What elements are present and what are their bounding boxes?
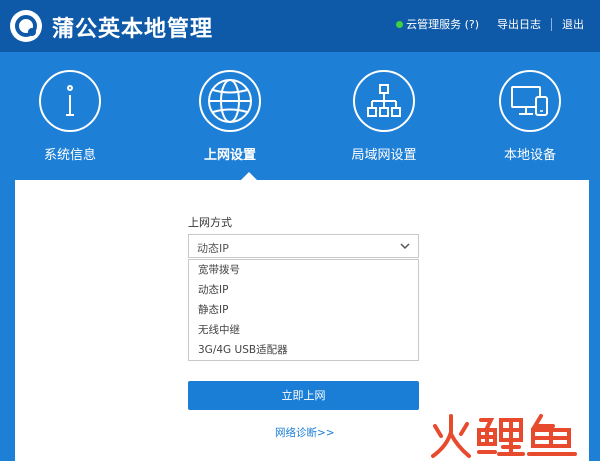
connect-now-button[interactable]: 立即上网 xyxy=(188,381,419,410)
dropdown-option-dhcp[interactable]: 动态IP xyxy=(189,280,418,300)
dropdown-option-wireless-relay[interactable]: 无线中继 xyxy=(189,320,418,340)
divider xyxy=(551,17,552,31)
selected-value: 动态IP xyxy=(197,242,229,255)
dropdown-option-pppoe[interactable]: 宽带拨号 xyxy=(189,260,418,280)
nav-label: 上网设置 xyxy=(203,148,256,163)
chevron-down-icon xyxy=(400,243,410,250)
network-icon xyxy=(353,70,415,132)
nav-label: 系统信息 xyxy=(43,148,96,163)
info-icon xyxy=(39,70,101,132)
nav-item-internet-settings[interactable]: 上网设置 xyxy=(160,70,300,163)
header-actions: 云管理服务 (?) 导出日志 退出 xyxy=(396,16,584,32)
network-diagnose-link[interactable]: 网络诊断>> xyxy=(275,425,335,440)
nav-item-system-info[interactable]: 系统信息 xyxy=(0,70,140,163)
app-title: 蒲公英本地管理 xyxy=(52,17,214,42)
settings-panel: 上网方式 动态IP 宽带拨号 动态IP 静态IP 无线中继 3G/4G USB适… xyxy=(15,172,589,461)
nav-item-lan-settings[interactable]: 局域网设置 xyxy=(314,70,454,163)
main-nav: 系统信息 上网设置 局域网设置 本地设备 xyxy=(0,52,600,180)
watermark-logo xyxy=(431,414,577,458)
globe-icon xyxy=(199,70,261,132)
logout-link[interactable]: 退出 xyxy=(562,16,584,32)
monitor-device-icon xyxy=(499,70,561,132)
connection-type-select[interactable]: 动态IP xyxy=(188,234,419,258)
cloud-status-icon xyxy=(396,20,404,28)
logo xyxy=(10,10,42,42)
dandelion-logo-icon xyxy=(15,15,37,37)
export-log-link[interactable]: 导出日志 xyxy=(497,16,541,32)
connection-type-label: 上网方式 xyxy=(188,216,232,229)
nav-item-local-devices[interactable]: 本地设备 xyxy=(460,70,600,163)
connection-type-dropdown: 宽带拨号 动态IP 静态IP 无线中继 3G/4G USB适配器 xyxy=(188,259,419,361)
active-tab-pointer xyxy=(241,172,257,180)
dropdown-option-static-ip[interactable]: 静态IP xyxy=(189,300,418,320)
nav-label: 局域网设置 xyxy=(351,148,417,163)
top-header: 蒲公英本地管理 云管理服务 (?) 导出日志 退出 xyxy=(0,0,600,52)
cloud-service-link[interactable]: 云管理服务 (?) xyxy=(406,16,479,32)
nav-label: 本地设备 xyxy=(503,148,556,163)
dropdown-option-usb-modem[interactable]: 3G/4G USB适配器 xyxy=(189,340,418,360)
